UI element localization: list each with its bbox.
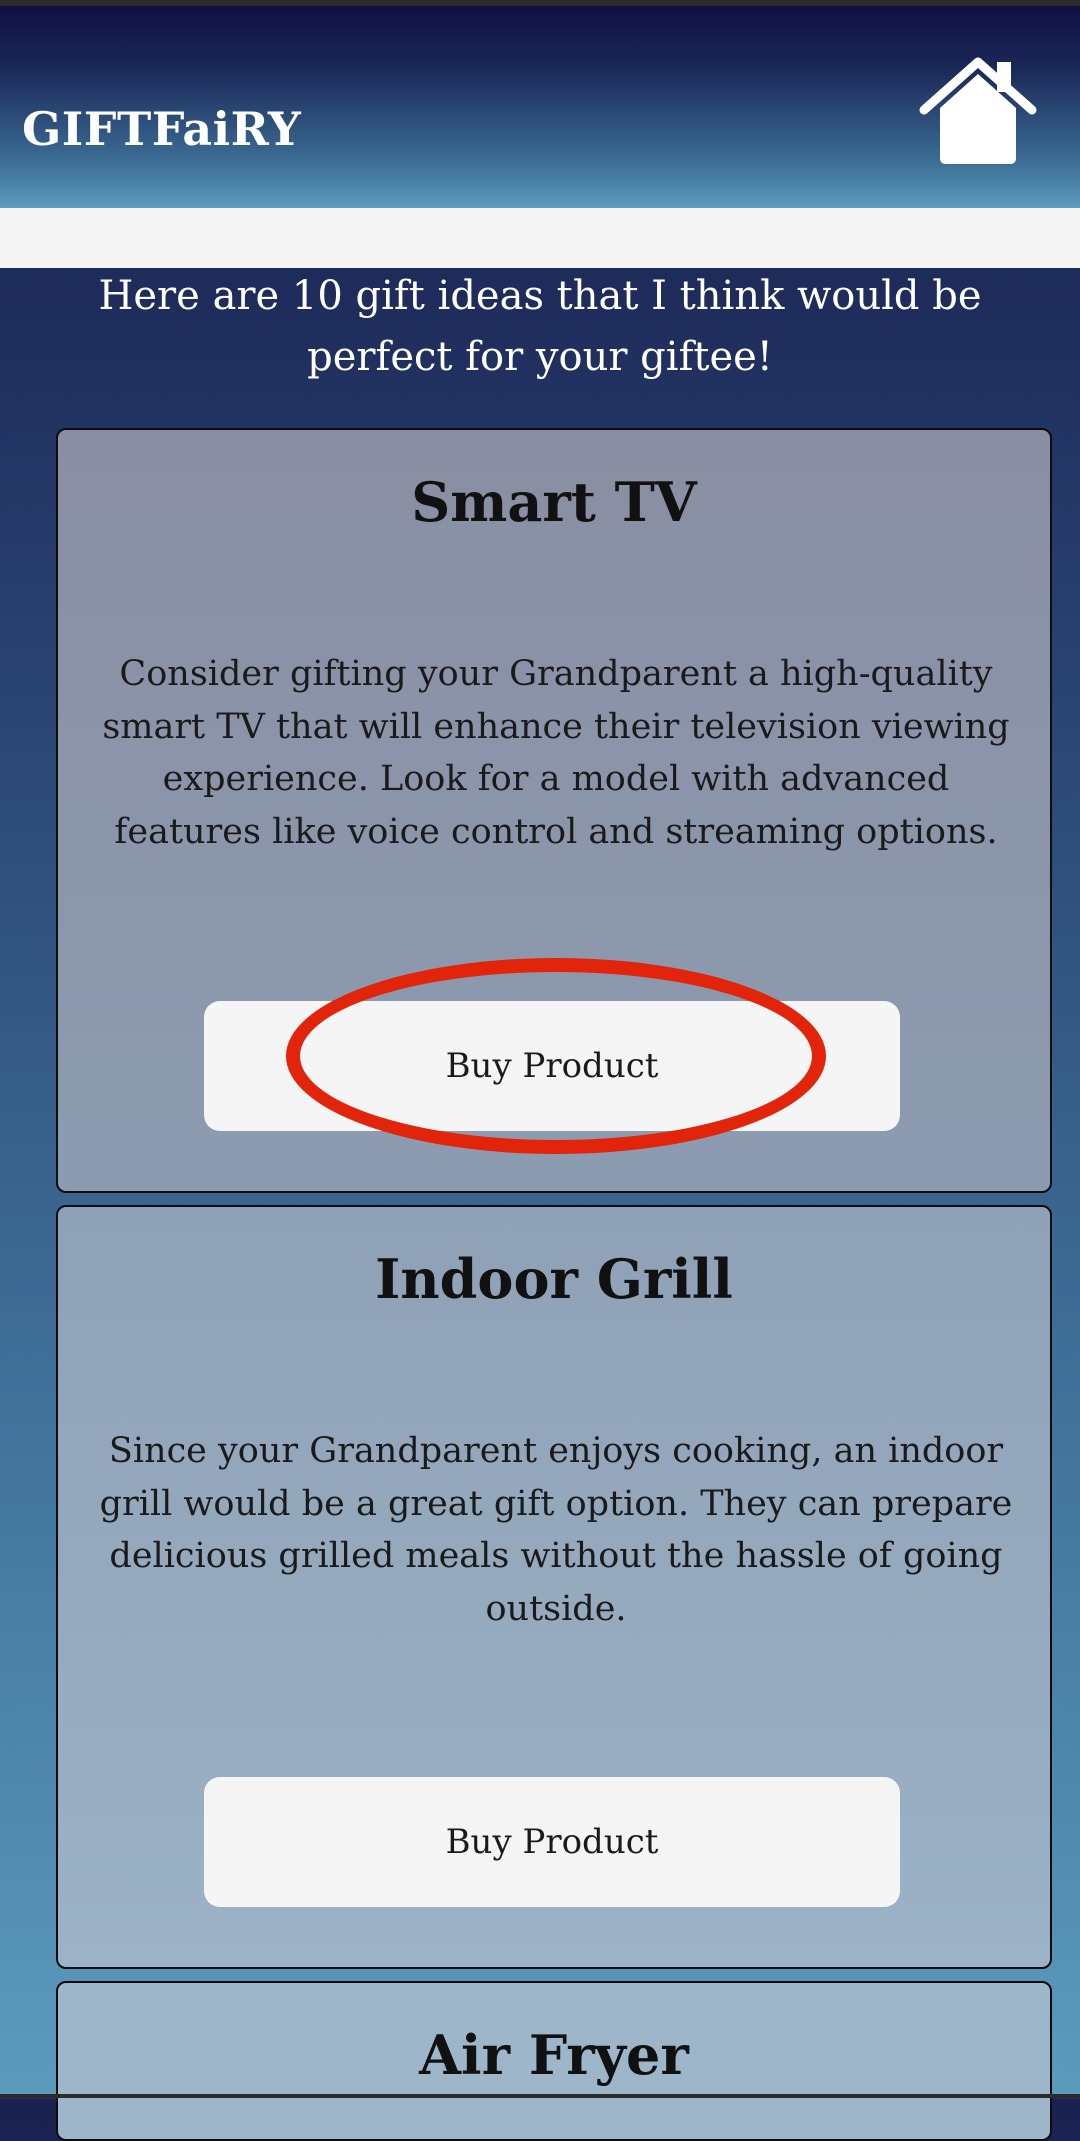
app-header: GIFTFaiRY — [0, 6, 1080, 208]
window-bottom-border — [0, 2094, 1080, 2098]
buy-product-button[interactable]: Buy Product — [204, 1777, 900, 1907]
gift-title: Smart TV — [411, 470, 697, 534]
search-bar-strip — [0, 208, 1080, 268]
gift-title: Indoor Grill — [375, 1247, 733, 1311]
gift-card-smart-tv: Smart TV Consider gifting your Grandpare… — [56, 428, 1052, 1193]
buy-product-button[interactable]: Buy Product — [204, 1001, 900, 1131]
gift-card-indoor-grill: Indoor Grill Since your Grandparent enjo… — [56, 1205, 1052, 1969]
home-button[interactable] — [918, 56, 1038, 168]
intro-text: Here are 10 gift ideas that I think woul… — [98, 273, 982, 380]
gift-description: Consider gifting your Grandparent a high… — [102, 654, 1010, 852]
gift-title: Air Fryer — [419, 2023, 689, 2087]
home-icon — [919, 57, 1037, 164]
gift-description: Since your Grandparent enjoys cooking, a… — [99, 1431, 1013, 1629]
brand-logo-text[interactable]: GIFTFaiRY — [22, 102, 301, 156]
gift-card-air-fryer: Air Fryer — [56, 1981, 1052, 2141]
